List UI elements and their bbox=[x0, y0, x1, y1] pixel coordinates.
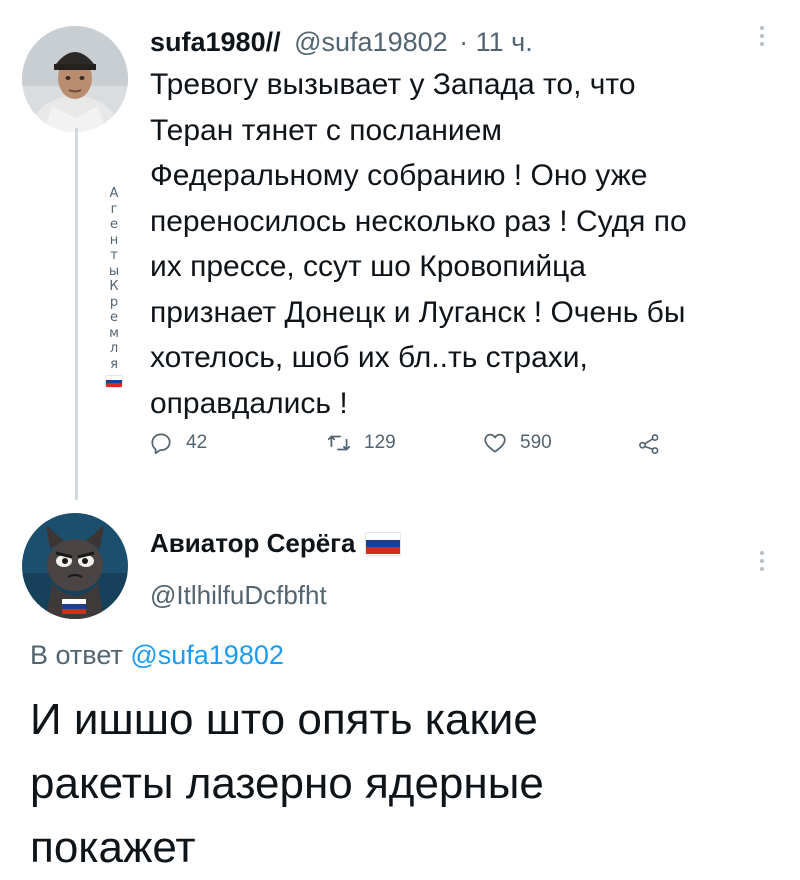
reply-to-handle-link[interactable]: @sufa19802 bbox=[130, 640, 284, 670]
tweet-line: Теран тянет с посланием bbox=[150, 113, 503, 147]
share-icon bbox=[639, 434, 659, 454]
flag-stripe-blue bbox=[366, 539, 401, 548]
avatar-image bbox=[22, 513, 128, 619]
tweet-line: ракеты лазерно ядерные bbox=[30, 759, 544, 808]
vertical-name-char: е bbox=[110, 217, 118, 232]
share-button[interactable] bbox=[636, 430, 674, 456]
reply-prefix: В ответ bbox=[30, 640, 123, 670]
tweet-line: Тревогу вызывает у Запада то, что bbox=[150, 68, 636, 101]
thread-connector-line bbox=[75, 128, 78, 500]
avatar-image bbox=[22, 26, 128, 132]
avatar-sufa1980[interactable] bbox=[22, 26, 128, 132]
retweet-count: 129 bbox=[364, 432, 396, 453]
vertical-name-char: К bbox=[109, 279, 119, 294]
vertical-name-char: р bbox=[109, 294, 119, 310]
tweet-line: хотелось, шоб их бл..ть страхи, bbox=[150, 341, 588, 374]
like-button[interactable]: 590 bbox=[482, 430, 552, 456]
vertical-name-char: л bbox=[109, 341, 119, 356]
tweet-line: их прессе, ссут шо Кровопийца bbox=[150, 250, 586, 283]
vertical-name-char: е bbox=[110, 310, 118, 325]
reply-button[interactable]: 42 bbox=[148, 430, 207, 456]
replying-to: В ответ @sufa19802 bbox=[30, 640, 284, 671]
retweet-icon bbox=[327, 435, 351, 451]
flag-stripe-red bbox=[366, 547, 401, 555]
flag-stripe-red bbox=[106, 383, 122, 387]
more-options-icon[interactable] bbox=[760, 551, 766, 571]
reply-count: 42 bbox=[186, 432, 208, 453]
russia-flag-icon bbox=[105, 375, 123, 388]
vertical-name-char: н bbox=[109, 232, 119, 248]
vertical-name-char: А bbox=[109, 186, 119, 201]
user-handle-2[interactable]: @ItlhilfuDcfbfht bbox=[150, 580, 327, 611]
vertical-name-char: я bbox=[110, 356, 118, 372]
retweet-button[interactable]: 129 bbox=[326, 430, 396, 456]
tweet-text: Тревогу вызывает у Запада то, что Теран … bbox=[150, 62, 780, 426]
user-handle[interactable]: @sufa19802 bbox=[294, 27, 448, 57]
avatar-aviator-serega[interactable] bbox=[22, 513, 128, 619]
vertical-name-char: г bbox=[110, 201, 118, 217]
reply-icon bbox=[151, 433, 171, 455]
tweet-line: признает Донецк и Луганск ! Очень бы bbox=[150, 295, 686, 329]
tweet-line: переносилось несколько раз ! Судя по bbox=[150, 204, 687, 238]
flag-stripe-white bbox=[366, 532, 401, 540]
tweet-line: Федеральному собранию ! Оно уже bbox=[150, 159, 648, 192]
vertical-name-char: м bbox=[109, 325, 119, 341]
display-name[interactable]: Авиатор Серёга bbox=[150, 528, 355, 559]
russia-flag-icon bbox=[365, 531, 402, 556]
tweet-header: sufa1980// @sufa19802 · 11 ч. bbox=[150, 27, 533, 58]
tweet-timestamp[interactable]: · 11 ч. bbox=[459, 27, 533, 57]
tweet-line: И ишшо што опять какие bbox=[30, 695, 538, 744]
vertical-name-char: т bbox=[110, 248, 118, 263]
tweet-header-2: Авиатор Серёга bbox=[150, 528, 402, 559]
tweet-line: оправдались ! bbox=[150, 386, 348, 420]
tweet-line: покажет bbox=[30, 823, 196, 872]
vertical-name-char: ы bbox=[108, 263, 120, 279]
display-name[interactable]: sufa1980// bbox=[150, 27, 281, 57]
heart-icon bbox=[484, 433, 506, 453]
like-count: 590 bbox=[520, 432, 552, 453]
tweet-text-2: И ишшо што опять какие ракеты лазерно яд… bbox=[30, 688, 780, 880]
more-options-icon[interactable] bbox=[760, 26, 766, 46]
vertical-name-decoration: АгентыКремля bbox=[103, 186, 125, 388]
